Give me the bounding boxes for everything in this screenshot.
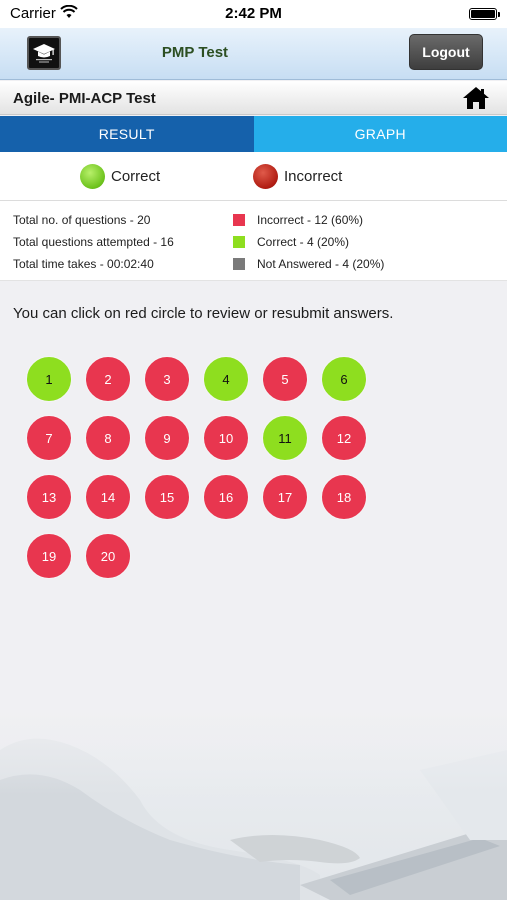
question-circle-18[interactable]: 18 — [321, 474, 367, 520]
question-circle-19[interactable]: 19 — [26, 533, 72, 579]
status-bar: Carrier 2:42 PM — [0, 0, 507, 28]
legend-incorrect-label: Incorrect — [284, 168, 343, 185]
question-circle-14[interactable]: 14 — [85, 474, 131, 520]
breakdown-correct: Correct - 4 (20%) — [233, 235, 349, 249]
total-questions: Total no. of questions - 20 — [13, 213, 151, 227]
legend: Correct Incorrect — [0, 152, 507, 201]
total-time: Total time takes - 00:02:40 — [13, 257, 154, 271]
app-title: PMP Test — [161, 44, 229, 61]
logout-button[interactable]: Logout — [409, 34, 483, 70]
question-circle-15[interactable]: 15 — [144, 474, 190, 520]
breakdown-not-answered-label: Not Answered - 4 (20%) — [257, 257, 385, 271]
not-answered-swatch — [233, 258, 245, 270]
correct-swatch — [233, 236, 245, 248]
question-circle-16[interactable]: 16 — [203, 474, 249, 520]
home-icon[interactable] — [462, 86, 490, 110]
question-circle-8[interactable]: 8 — [85, 415, 131, 461]
legend-incorrect: Incorrect — [253, 164, 342, 189]
clock: 2:42 PM — [225, 5, 282, 22]
tab-graph[interactable]: GRAPH — [253, 116, 507, 152]
questions-attempted: Total questions attempted - 16 — [13, 235, 174, 249]
incorrect-swatch — [233, 214, 245, 226]
question-circle-10[interactable]: 10 — [203, 415, 249, 461]
red-circle-icon — [253, 164, 278, 189]
question-circle-4[interactable]: 4 — [203, 356, 249, 402]
breakdown-correct-label: Correct - 4 (20%) — [257, 235, 350, 249]
legend-correct-label: Correct — [111, 168, 161, 185]
question-circle-11[interactable]: 11 — [262, 415, 308, 461]
breakdown-incorrect: Incorrect - 12 (60%) — [233, 213, 363, 227]
question-circle-20[interactable]: 20 — [85, 533, 131, 579]
question-circle-5[interactable]: 5 — [262, 356, 308, 402]
test-title: Agile- PMI-ACP Test — [13, 90, 156, 107]
legend-correct: Correct — [80, 164, 160, 189]
question-circle-12[interactable]: 12 — [321, 415, 367, 461]
question-circle-1[interactable]: 1 — [26, 356, 72, 402]
question-circle-6[interactable]: 6 — [321, 356, 367, 402]
tab-bar: RESULT GRAPH — [0, 116, 507, 152]
question-circle-2[interactable]: 2 — [85, 356, 131, 402]
question-circle-9[interactable]: 9 — [144, 415, 190, 461]
breakdown-incorrect-label: Incorrect - 12 (60%) — [257, 213, 364, 227]
sub-header: Agile- PMI-ACP Test — [0, 81, 507, 115]
battery-icon — [469, 8, 500, 20]
background-photo — [0, 690, 507, 900]
result-stats: Total no. of questions - 20 Total questi… — [0, 201, 507, 281]
app-header: PMP Test Logout — [0, 28, 507, 80]
question-circle-13[interactable]: 13 — [26, 474, 72, 520]
instruction-text: You can click on red circle to review or… — [13, 305, 394, 322]
green-circle-icon — [80, 164, 105, 189]
question-circle-7[interactable]: 7 — [26, 415, 72, 461]
question-circle-3[interactable]: 3 — [144, 356, 190, 402]
tab-result[interactable]: RESULT — [0, 116, 254, 152]
question-circle-17[interactable]: 17 — [262, 474, 308, 520]
breakdown-not-answered: Not Answered - 4 (20%) — [233, 257, 384, 271]
